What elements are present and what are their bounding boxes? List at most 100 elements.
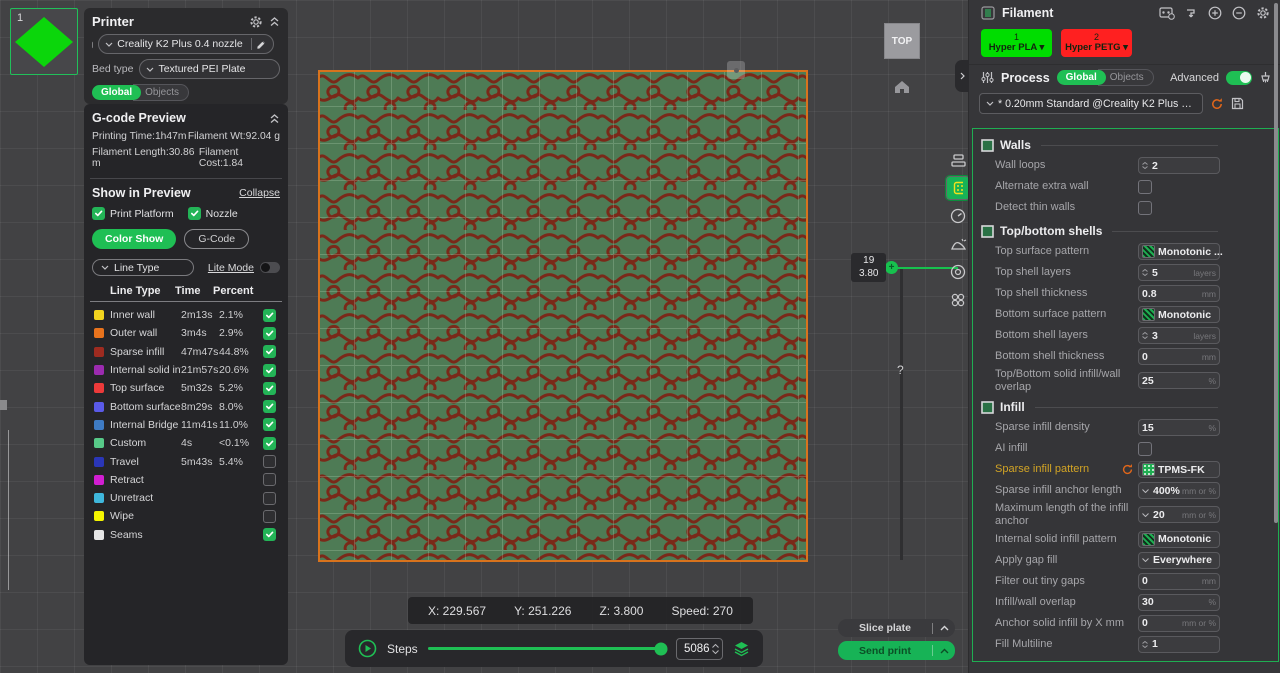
setting-spin-control[interactable]: 5layers: [1138, 264, 1220, 281]
steps-slider[interactable]: [428, 647, 666, 650]
remove-filament-icon[interactable]: [1232, 6, 1246, 20]
settings-section-header[interactable]: Top/bottom shells: [979, 221, 1272, 241]
setting-dropdown-control[interactable]: 400%mm or %: [1138, 482, 1220, 499]
seam-view-tool[interactable]: [946, 260, 970, 284]
lite-mode-toggle[interactable]: [260, 262, 280, 273]
checkbox[interactable]: [188, 207, 201, 220]
process-tab-objects[interactable]: Objects: [1098, 69, 1154, 86]
layers-view-icon[interactable]: [733, 641, 750, 657]
setting-pattern-control[interactable]: TPMS-FK: [1138, 461, 1220, 478]
setting-dropdown-control[interactable]: Everywhere: [1138, 552, 1220, 569]
setting-checkbox[interactable]: [1138, 201, 1152, 215]
plate-drag-handle[interactable]: [727, 61, 745, 79]
tab-global[interactable]: Global: [92, 85, 141, 100]
slice-plate-button[interactable]: Slice plate: [838, 619, 955, 637]
tab-objects[interactable]: Objects: [133, 84, 189, 101]
home-view-icon[interactable]: [893, 79, 911, 95]
setting-pattern-control[interactable]: Monotonic ...: [1138, 243, 1220, 260]
setting-spin-control[interactable]: 3layers: [1138, 327, 1220, 344]
collapse-panel-icon[interactable]: [269, 113, 280, 124]
line-type-checkbox[interactable]: [263, 492, 276, 505]
spinner-arrows[interactable]: [1142, 641, 1148, 648]
steps-slider-handle[interactable]: [655, 642, 668, 655]
filament-chip[interactable]: 2 Hyper PETG ▾: [1061, 29, 1132, 57]
first-layer-tool[interactable]: [946, 232, 970, 256]
line-type-checkbox[interactable]: [263, 382, 276, 395]
line-type-checkbox[interactable]: [263, 345, 276, 358]
spinner-arrows[interactable]: [1142, 162, 1148, 169]
preview-checkbox-item[interactable]: Nozzle: [188, 207, 238, 220]
preview-checkbox-item[interactable]: Print Platform: [92, 207, 174, 220]
collapse-panel-icon[interactable]: [269, 16, 280, 27]
line-type-checkbox[interactable]: [263, 364, 276, 377]
reset-setting-icon[interactable]: [1121, 463, 1134, 476]
reset-preset-icon[interactable]: [1210, 97, 1224, 111]
process-preset-dropdown[interactable]: * 0.20mm Standard @Creality K2 Plus 0.4 …: [979, 93, 1203, 114]
advanced-toggle[interactable]: [1226, 71, 1252, 85]
settings-scrollbar[interactable]: [1274, 3, 1278, 523]
steps-spinner[interactable]: [712, 644, 719, 654]
slice-options-arrow[interactable]: [933, 625, 955, 631]
setting-dropdown-control[interactable]: 20mm or %: [1138, 506, 1220, 523]
line-type-checkbox[interactable]: [263, 473, 276, 486]
setting-input-control[interactable]: 30%: [1138, 594, 1220, 611]
line-type-checkbox[interactable]: [263, 418, 276, 431]
left-edge-handle[interactable]: [0, 400, 7, 410]
gcode-button[interactable]: G-Code: [184, 229, 249, 249]
setting-input-control[interactable]: 15%: [1138, 419, 1220, 436]
setting-checkbox[interactable]: [1138, 180, 1152, 194]
filament-chip[interactable]: 1 Hyper PLA ▾: [981, 29, 1052, 57]
printer-settings-gear-icon[interactable]: [249, 15, 263, 29]
line-type-checkbox[interactable]: [263, 437, 276, 450]
save-preset-icon[interactable]: [1231, 97, 1244, 110]
process-tab-global[interactable]: Global: [1057, 70, 1106, 85]
settings-section-header[interactable]: Infill: [979, 397, 1272, 417]
checkbox[interactable]: [92, 207, 105, 220]
spinner-arrows[interactable]: [1142, 269, 1148, 276]
line-type-checkbox[interactable]: [263, 510, 276, 523]
bed-type-dropdown[interactable]: Textured PEI Plate: [139, 59, 280, 79]
line-type-dropdown[interactable]: Line Type: [92, 259, 194, 276]
setting-input-control[interactable]: 0mm: [1138, 348, 1220, 365]
color-show-button[interactable]: Color Show: [92, 229, 176, 249]
build-plate-preview[interactable]: [318, 70, 808, 562]
wipe-brush-icon[interactable]: [1259, 71, 1272, 84]
filament-settings-gear-icon[interactable]: [1256, 6, 1270, 20]
add-filament-icon[interactable]: [1208, 6, 1222, 20]
setting-input-control[interactable]: 0mm or %: [1138, 615, 1220, 632]
multi-view-tool[interactable]: [946, 288, 970, 312]
settings-section-header[interactable]: Walls: [979, 135, 1272, 155]
plate-thumbnail[interactable]: 1: [10, 8, 78, 75]
setting-input-control[interactable]: 0.8mm: [1138, 285, 1220, 302]
setting-spin-control[interactable]: 2: [1138, 157, 1220, 174]
printer-preset-dropdown[interactable]: Creality K2 Plus 0.4 nozzle: [98, 34, 273, 54]
send-options-arrow[interactable]: [933, 648, 955, 654]
setting-checkbox[interactable]: [1138, 442, 1152, 456]
setting-spin-control[interactable]: 1: [1138, 636, 1220, 653]
send-print-button[interactable]: Send print: [838, 641, 955, 660]
object-list-tool[interactable]: [946, 148, 970, 172]
ams-icon[interactable]: [1159, 7, 1175, 20]
spinner-arrows[interactable]: [1142, 332, 1148, 339]
setting-pattern-control[interactable]: Monotonic: [1138, 306, 1220, 323]
lite-mode-label[interactable]: Lite Mode: [208, 262, 254, 274]
setting-input-control[interactable]: 25%: [1138, 372, 1220, 389]
layer-slider-track[interactable]: [900, 268, 903, 560]
steps-value-input[interactable]: 5086: [676, 638, 723, 660]
filament-change-icon[interactable]: [1185, 7, 1198, 20]
line-type-checkbox[interactable]: [263, 400, 276, 413]
view-cube[interactable]: TOP: [884, 23, 920, 59]
line-type-checkbox[interactable]: [263, 309, 276, 322]
plate-view-tool[interactable]: [946, 176, 970, 200]
setting-input-control[interactable]: 0mm: [1138, 573, 1220, 590]
line-type-checkbox[interactable]: [263, 327, 276, 340]
line-type-checkbox[interactable]: [263, 528, 276, 541]
layer-slider-handle[interactable]: +: [885, 261, 898, 274]
play-button[interactable]: [358, 639, 377, 658]
line-type-checkbox[interactable]: [263, 455, 276, 468]
panel-collapse-tab[interactable]: [955, 60, 969, 92]
setting-pattern-control[interactable]: Monotonic: [1138, 531, 1220, 548]
edit-printer-pencil-icon[interactable]: [256, 39, 267, 50]
speed-view-tool[interactable]: [946, 204, 970, 228]
collapse-link[interactable]: Collapse: [239, 187, 280, 199]
